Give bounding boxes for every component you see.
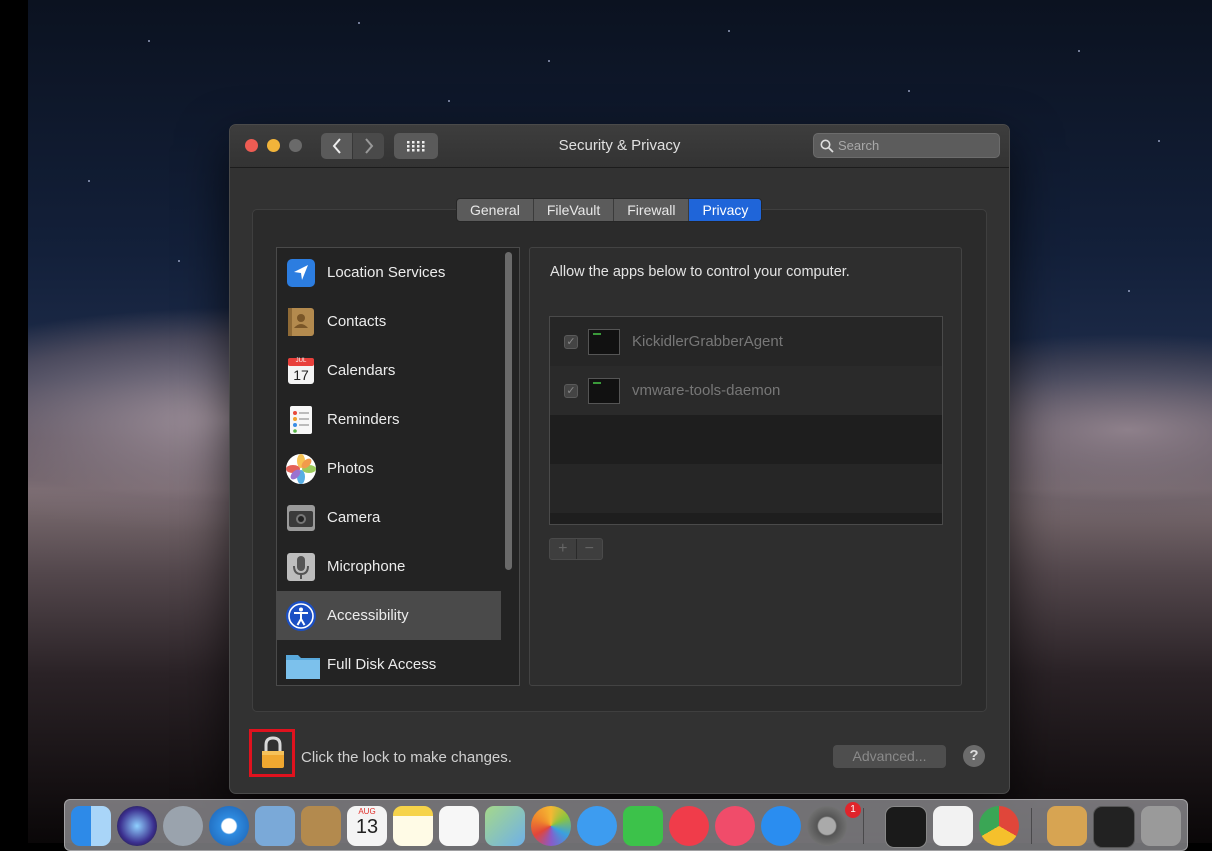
siri-icon[interactable] [117, 806, 157, 846]
contacts-icon[interactable] [301, 806, 341, 846]
app-name: KickidlerGrabberAgent [632, 333, 783, 350]
app-row-vmware-tools[interactable]: ✓ vmware-tools-daemon [550, 366, 942, 415]
sidebar-item-reminders[interactable]: Reminders [277, 395, 501, 444]
music-icon[interactable] [715, 806, 755, 846]
search-input[interactable] [838, 136, 988, 155]
dock-separator [1031, 808, 1032, 844]
calendar-month-text: AUG [358, 807, 376, 816]
terminal-icon[interactable] [885, 806, 927, 848]
notes-icon[interactable] [393, 806, 433, 846]
add-remove-control: + − [549, 538, 603, 560]
photos-flower-icon [285, 453, 317, 485]
app-row-kickidler[interactable]: ✓ KickidlerGrabberAgent [550, 317, 942, 366]
sidebar-item-accessibility[interactable]: Accessibility [277, 591, 501, 640]
chrome-icon[interactable] [979, 806, 1019, 846]
app-name: vmware-tools-daemon [632, 382, 781, 399]
facetime-icon[interactable] [623, 806, 663, 846]
sidebar-scrollbar[interactable] [505, 252, 512, 570]
calendar-icon: JUL 17 [285, 355, 317, 387]
lock-icon [262, 736, 284, 768]
reminders-icon[interactable] [439, 806, 479, 846]
privacy-category-list: Location Services Contacts JUL 17 Calend… [276, 247, 520, 686]
maps-icon[interactable] [485, 806, 525, 846]
calendar-day-text: 17 [293, 366, 309, 383]
sidebar-item-label: Photos [327, 460, 374, 477]
dock: AUG 13 1 [64, 799, 1188, 851]
sidebar-item-microphone[interactable]: Microphone [277, 542, 501, 591]
empty-row [550, 415, 942, 464]
sidebar-item-photos[interactable]: Photos [277, 444, 501, 493]
system-preferences-icon[interactable] [807, 806, 847, 846]
terminal-icon [588, 377, 620, 404]
safari-icon[interactable] [209, 806, 249, 846]
accessibility-icon [285, 600, 317, 632]
calendar-icon[interactable]: AUG 13 [347, 806, 387, 846]
package-icon[interactable] [1047, 806, 1087, 846]
contacts-book-icon [285, 306, 317, 338]
add-app-button[interactable]: + [550, 539, 577, 559]
screen-icon[interactable] [1093, 806, 1135, 848]
trash-icon[interactable] [1141, 806, 1181, 846]
app-store-icon[interactable] [761, 806, 801, 846]
photos-icon[interactable] [531, 806, 571, 846]
terminal-icon [588, 328, 620, 355]
sidebar-item-label: Camera [327, 509, 381, 526]
calendar-day-text: 13 [355, 816, 379, 838]
app-checkbox[interactable]: ✓ [564, 334, 578, 349]
folder-icon [285, 649, 320, 681]
app-list: ✓ KickidlerGrabberAgent ✓ vmware-tools-d… [549, 316, 943, 525]
tab-firewall[interactable]: Firewall [614, 199, 690, 221]
sidebar-item-label: Contacts [327, 313, 387, 330]
panel-description: Allow the apps below to control your com… [550, 264, 850, 280]
sidebar-item-location-services[interactable]: Location Services [277, 248, 501, 297]
dock-separator [863, 808, 864, 844]
sidebar-item-calendars[interactable]: JUL 17 Calendars [277, 346, 501, 395]
mail-icon[interactable] [255, 806, 295, 846]
calendar-month-text: JUL [295, 357, 307, 364]
remove-app-button[interactable]: − [577, 539, 603, 559]
messages-icon[interactable] [577, 806, 617, 846]
textedit-icon[interactable] [933, 806, 973, 846]
tab-bar: General FileVault Firewall Privacy [456, 198, 763, 222]
launchpad-icon[interactable] [163, 806, 203, 846]
finder-icon[interactable] [71, 806, 111, 846]
accessibility-panel: Allow the apps below to control your com… [529, 247, 962, 686]
tab-filevault[interactable]: FileVault [534, 199, 615, 221]
location-arrow-icon [285, 257, 317, 289]
help-button[interactable]: ? [963, 745, 985, 767]
sidebar-item-camera[interactable]: Camera [277, 493, 501, 542]
sidebar-item-label: Calendars [327, 362, 396, 379]
sidebar-item-full-disk-access[interactable]: Full Disk Access [277, 640, 501, 685]
news-icon[interactable] [669, 806, 709, 846]
microphone-icon [285, 551, 317, 583]
camera-icon [285, 502, 317, 534]
tab-general[interactable]: General [457, 199, 534, 221]
empty-row [550, 464, 942, 513]
search-icon [820, 139, 834, 153]
sidebar-item-label: Microphone [327, 558, 406, 575]
security-privacy-window: Security & Privacy General FileVault Fir… [229, 124, 1010, 794]
lock-instruction-text: Click the lock to make changes. [301, 749, 512, 766]
lock-button[interactable] [249, 729, 295, 777]
notification-badge: 1 [845, 802, 861, 818]
sidebar-item-contacts[interactable]: Contacts [277, 297, 501, 346]
sidebar-item-label: Accessibility [327, 607, 409, 624]
sidebar-item-label: Full Disk Access [327, 656, 437, 673]
title-bar: Security & Privacy [230, 125, 1009, 168]
tab-privacy[interactable]: Privacy [689, 199, 762, 221]
advanced-button[interactable]: Advanced... [833, 745, 946, 768]
search-field[interactable] [813, 133, 1000, 158]
sidebar-item-label: Reminders [327, 411, 400, 428]
app-checkbox[interactable]: ✓ [564, 383, 578, 398]
sidebar-item-label: Location Services [327, 264, 446, 281]
reminders-list-icon [285, 404, 317, 436]
